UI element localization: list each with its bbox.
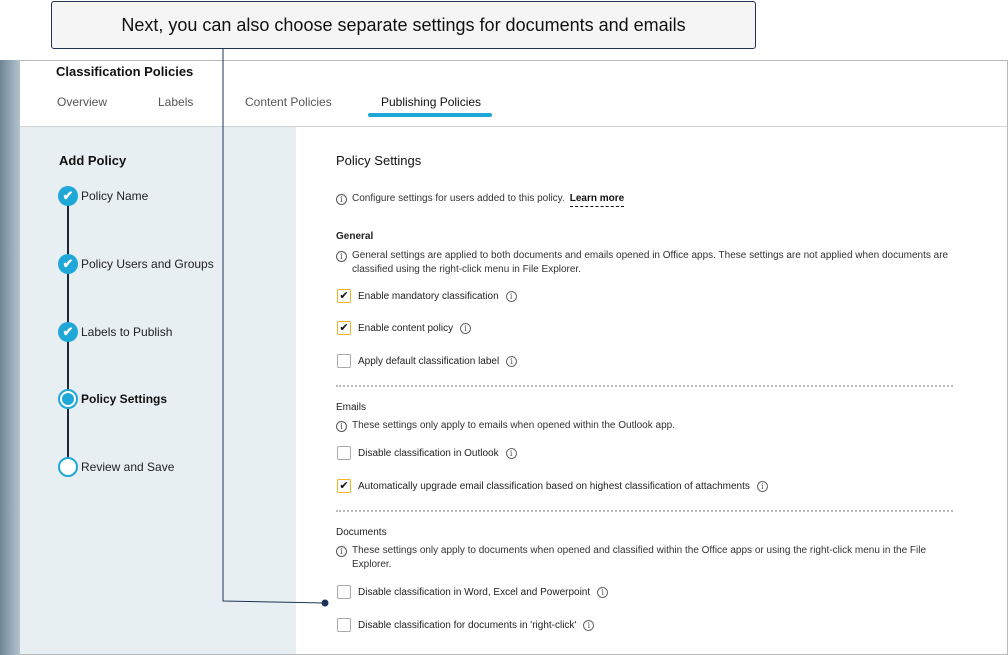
info-icon: i (336, 546, 347, 557)
tab-overview[interactable]: Overview (57, 95, 107, 109)
window-edge (0, 60, 20, 655)
step-review-and-save[interactable]: Review and Save (58, 457, 174, 477)
intro-text: i Configure settings for users added to … (336, 192, 625, 207)
emails-section-title: Emails (336, 402, 367, 413)
info-icon[interactable]: i (597, 586, 609, 598)
checkbox-unchecked[interactable] (337, 618, 351, 632)
callout-text: Next, you can also choose separate setti… (121, 14, 686, 35)
intro-description: Configure settings for users added to th… (352, 193, 565, 204)
tab-labels[interactable]: Labels (158, 95, 193, 109)
info-icon[interactable]: i (505, 290, 517, 302)
policy-settings-panel: Policy Settings i Configure settings for… (296, 127, 1007, 654)
tutorial-callout: Next, you can also choose separate setti… (51, 1, 756, 49)
option-disable-classification-right-click[interactable]: Disable classification for documents in … (337, 618, 595, 632)
general-info: i General settings are applied to both d… (336, 249, 956, 277)
option-label: Disable classification in Outlook (358, 447, 499, 459)
tab-publishing-policies[interactable]: Publishing Policies (381, 95, 481, 109)
step-policy-settings[interactable]: Policy Settings (58, 389, 167, 409)
step-label: Policy Settings (81, 392, 168, 406)
option-disable-classification-in-outlook[interactable]: Disable classification in Outlook i (337, 446, 517, 460)
page-header: Classification Policies Overview Labels … (20, 61, 1007, 127)
info-icon: i (336, 421, 347, 432)
checkbox-unchecked[interactable] (337, 585, 351, 599)
step-label: Labels to Publish (81, 325, 173, 339)
step-policy-name[interactable]: ✔ Policy Name (58, 186, 148, 206)
tab-content-policies[interactable]: Content Policies (245, 95, 332, 109)
option-enable-mandatory-classification[interactable]: ✔ Enable mandatory classification i (337, 289, 517, 303)
step-label: Policy Name (81, 189, 149, 203)
info-icon[interactable]: i (756, 480, 768, 492)
info-icon[interactable]: i (460, 322, 472, 334)
option-label: Apply default classification label (358, 355, 500, 367)
general-section-title: General (336, 231, 374, 242)
learn-more-link[interactable]: Learn more (569, 192, 625, 207)
active-tab-indicator (368, 113, 492, 117)
step-labels-to-publish[interactable]: ✔ Labels to Publish (58, 322, 172, 342)
option-apply-default-classification-label[interactable]: Apply default classification label i (337, 354, 518, 368)
sidebar-title: Add Policy (59, 153, 127, 168)
check-icon: ✔ (58, 254, 78, 274)
documents-info-text: These settings only apply to documents w… (352, 545, 927, 570)
checkbox-checked[interactable]: ✔ (337, 321, 351, 335)
section-title: Policy Settings (336, 153, 422, 168)
checkbox-checked[interactable]: ✔ (337, 289, 351, 303)
info-icon: i (336, 194, 347, 205)
check-icon: ✔ (58, 186, 78, 206)
step-policy-users-and-groups[interactable]: ✔ Policy Users and Groups (58, 254, 214, 274)
option-label: Enable mandatory classification (358, 290, 499, 302)
info-icon: i (336, 251, 347, 262)
documents-section-title: Documents (336, 527, 387, 538)
checkbox-unchecked[interactable] (337, 354, 351, 368)
info-icon[interactable]: i (506, 355, 518, 367)
info-icon[interactable]: i (583, 619, 595, 631)
step-label: Policy Users and Groups (81, 257, 214, 271)
option-label: Disable classification in Word, Excel an… (358, 586, 591, 598)
info-icon[interactable]: i (505, 447, 517, 459)
section-divider (336, 385, 953, 387)
checkbox-unchecked[interactable] (337, 446, 351, 460)
check-icon: ✔ (58, 322, 78, 342)
option-auto-upgrade-email-classification[interactable]: ✔ Automatically upgrade email classifica… (337, 479, 768, 493)
pending-step-icon (58, 457, 78, 477)
documents-info: i These settings only apply to documents… (336, 544, 956, 572)
option-label: Enable content policy (358, 322, 454, 334)
option-enable-content-policy[interactable]: ✔ Enable content policy i (337, 321, 472, 335)
option-disable-classification-in-office-apps[interactable]: Disable classification in Word, Excel an… (337, 585, 609, 599)
option-label: Automatically upgrade email classificati… (358, 480, 750, 492)
wizard-sidebar: Add Policy ✔ Policy Name ✔ Policy Users … (20, 127, 296, 654)
section-divider (336, 510, 953, 512)
emails-info-text: These settings only apply to emails when… (352, 420, 675, 431)
general-info-text: General settings are applied to both doc… (352, 250, 949, 275)
current-step-icon (58, 389, 78, 409)
checkbox-checked[interactable]: ✔ (337, 479, 351, 493)
option-label: Disable classification for documents in … (358, 619, 577, 631)
step-label: Review and Save (81, 460, 175, 474)
page-title: Classification Policies (56, 64, 194, 79)
emails-info: i These settings only apply to emails wh… (336, 419, 675, 433)
